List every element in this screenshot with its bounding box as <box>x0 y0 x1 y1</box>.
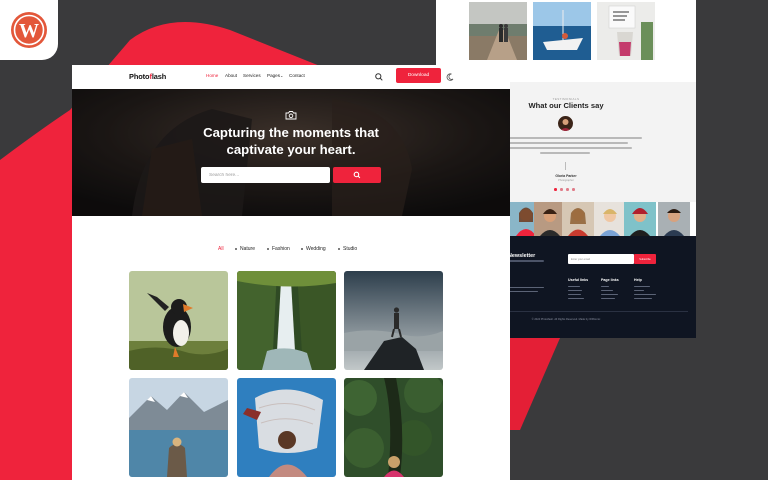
nav-pages-label: Pages <box>267 73 281 78</box>
footer-link[interactable] <box>634 290 644 292</box>
navbar: Photoflash Home About Services Pages⌄ Co… <box>72 65 510 89</box>
slider-dot[interactable] <box>560 188 563 191</box>
footer-column-title: Help <box>634 278 642 282</box>
mountain-lake-photo[interactable] <box>129 378 228 477</box>
newsletter-subtitle-line <box>508 260 544 262</box>
filter-nature[interactable]: Nature <box>240 246 255 252</box>
drink-note-photo <box>597 2 655 60</box>
client-photo <box>624 202 656 236</box>
footer-column-title: Page links <box>601 278 619 282</box>
client-photo <box>594 202 626 236</box>
woman-with-veil-photo[interactable] <box>237 378 336 477</box>
client-photo <box>658 202 690 236</box>
hiker-on-rock-photo[interactable] <box>344 271 443 370</box>
sailboat-photo <box>533 2 591 60</box>
preview-top-gallery <box>469 2 659 62</box>
download-button[interactable]: Download <box>396 68 441 83</box>
chevron-down-icon: ⌄ <box>280 73 284 78</box>
filter-separator-dot <box>301 248 303 251</box>
search-icon <box>353 171 361 179</box>
filter-separator-dot <box>267 248 269 251</box>
filter-separator-dot <box>235 248 237 251</box>
forest-path-photo[interactable] <box>344 378 443 477</box>
client-avatar <box>558 116 573 131</box>
hero-section: Capturing the moments that captivate you… <box>72 89 510 216</box>
logo-prefix: Photo <box>129 72 150 81</box>
slider-dot[interactable] <box>572 188 575 191</box>
footer-divider <box>508 311 688 312</box>
testimonial-text-line <box>508 142 628 144</box>
wordpress-logo-icon: W <box>11 12 47 48</box>
hero-title-line-1: Capturing the moments that <box>203 125 379 140</box>
wordpress-badge: W <box>0 0 58 60</box>
testimonial-text-line <box>500 147 632 149</box>
footer-link[interactable] <box>568 290 582 292</box>
filter-wedding[interactable]: Wedding <box>306 246 326 252</box>
subscribe-button[interactable]: Subscribe <box>634 254 656 264</box>
client-photo <box>562 202 594 236</box>
filter-separator-dot <box>338 248 340 251</box>
nav-home[interactable]: Home <box>206 73 218 78</box>
footer-link[interactable] <box>568 286 580 288</box>
newsletter-title: Newsletter <box>508 253 536 259</box>
gallery-filters: All Nature Fashion Wedding Studio <box>72 243 510 255</box>
nav-pages[interactable]: Pages⌄ <box>267 73 283 78</box>
footer-link[interactable] <box>634 298 652 300</box>
hero-search-input[interactable] <box>201 167 330 183</box>
couple-walking-photo <box>469 2 527 60</box>
hero-search-button[interactable] <box>333 167 381 183</box>
moon-icon[interactable] <box>445 72 455 82</box>
footer-link[interactable] <box>568 298 584 300</box>
testimonial-text-line <box>540 152 590 154</box>
search-icon[interactable] <box>374 72 384 82</box>
footer-about-line <box>508 287 544 289</box>
svg-text:W: W <box>19 20 39 42</box>
site-logo[interactable]: Photoflash <box>129 72 166 81</box>
logo-suffix: lash <box>151 72 167 81</box>
quote-divider <box>565 162 566 170</box>
filter-fashion[interactable]: Fashion <box>272 246 290 252</box>
slider-dot[interactable] <box>566 188 569 191</box>
footer-link[interactable] <box>601 298 615 300</box>
hero-title-line-2: captivate your heart. <box>226 142 356 157</box>
hero-title: Capturing the moments that captivate you… <box>72 124 510 158</box>
slider-dot[interactable] <box>554 188 557 191</box>
filter-all[interactable]: All <box>218 246 224 252</box>
nav-services[interactable]: Services <box>243 73 261 78</box>
main-page: Photoflash Home About Services Pages⌄ Co… <box>72 65 510 480</box>
footer-link[interactable] <box>568 294 581 296</box>
footer-link[interactable] <box>601 286 609 288</box>
footer-link[interactable] <box>634 286 650 288</box>
filter-studio[interactable]: Studio <box>343 246 357 252</box>
nav-contact[interactable]: Contact <box>289 73 305 78</box>
footer-column-title: Useful links <box>568 278 589 282</box>
footer-about-line <box>508 291 538 293</box>
testimonial-text-line <box>494 137 642 139</box>
camera-icon <box>285 111 297 120</box>
puffin-photo[interactable] <box>129 271 228 370</box>
footer-link[interactable] <box>601 294 618 296</box>
nav-about[interactable]: About <box>225 73 237 78</box>
newsletter-email-input[interactable]: Enter your email <box>568 254 634 264</box>
footer-link[interactable] <box>634 294 656 296</box>
footer-link[interactable] <box>601 290 613 292</box>
waterfall-photo[interactable] <box>237 271 336 370</box>
